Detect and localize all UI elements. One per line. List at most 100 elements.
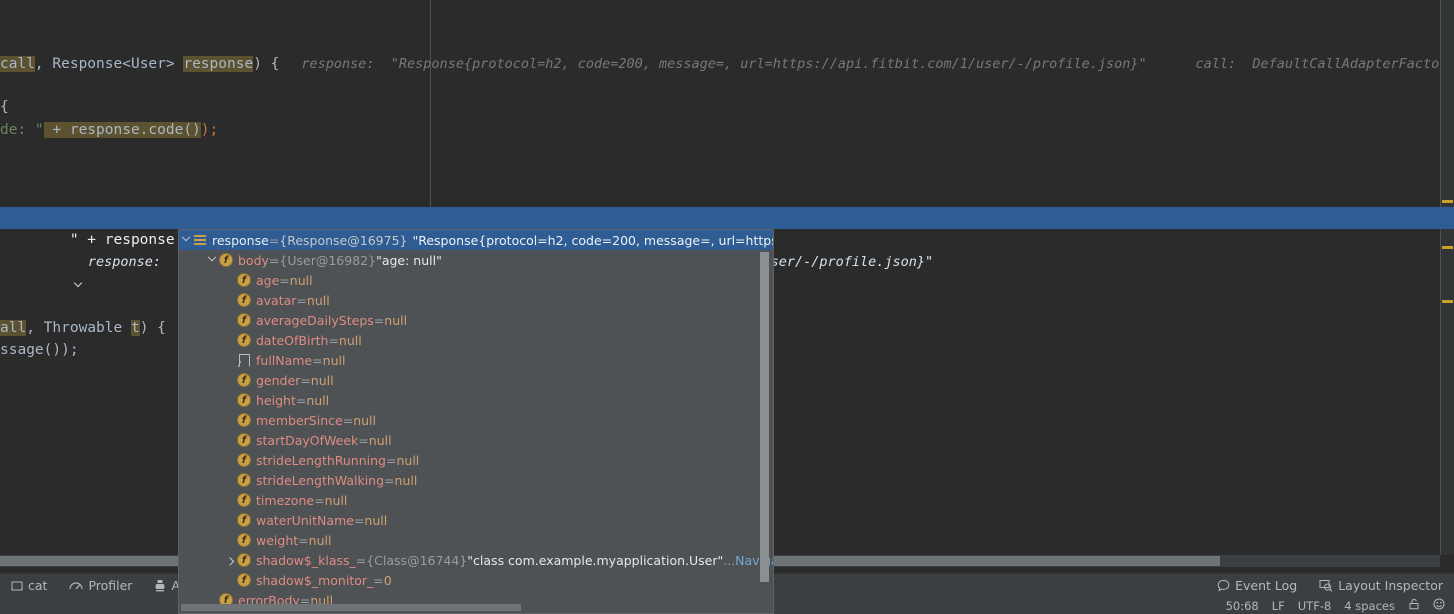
tree-row-equals: = <box>298 532 309 548</box>
tree-row-name: gender <box>256 372 301 388</box>
tree-row[interactable]: f memberSince = null <box>179 410 763 430</box>
tree-row[interactable]: f gender = null <box>179 370 763 390</box>
status-encoding[interactable]: UTF-8 <box>1298 599 1332 613</box>
expander-placeholder <box>223 570 237 590</box>
popup-root-row[interactable]: response = {Response@16975} "Response{pr… <box>179 230 773 250</box>
tree-row-value: null <box>368 432 392 448</box>
object-icon <box>193 234 207 246</box>
tree-row[interactable]: f strideLengthWalking = null <box>179 470 763 490</box>
tree-row[interactable]: f shadow$_klass_ = {Class@16744} "class c… <box>179 550 773 570</box>
tree-row-value: null <box>324 492 348 508</box>
field-icon: f <box>237 373 251 387</box>
tree-row[interactable]: f timezone = null <box>179 490 763 510</box>
popup-vscrollbar-thumb[interactable] <box>760 252 769 582</box>
field-icon: f <box>219 253 233 267</box>
code-token: call <box>0 56 35 72</box>
error-stripe-mark[interactable] <box>1442 246 1453 249</box>
tree-row-ref: {Class@16744} <box>366 552 468 568</box>
tree-row-ref: {User@16982} <box>279 252 377 268</box>
popup-root-name: response <box>212 232 269 248</box>
field-icon: f <box>237 473 251 487</box>
tree-row[interactable]: f averageDailySteps = null <box>179 310 763 330</box>
tree-row-name: memberSince <box>256 412 343 428</box>
code-token: ssage()); <box>0 342 79 358</box>
inline-debug-hint[interactable]: response: "Response{protocol=h2, code=20… <box>301 56 1454 72</box>
code-token: , <box>26 320 44 336</box>
chevron-down-icon[interactable] <box>205 250 219 270</box>
tree-row-value: null <box>353 412 376 428</box>
event-log-icon <box>1217 579 1230 592</box>
tree-row[interactable]: f age = null <box>179 270 763 290</box>
tool-button-profiler[interactable]: Profiler <box>58 574 143 598</box>
tool-button-logcat-label: cat <box>28 578 48 593</box>
error-stripe-mark[interactable] <box>1442 200 1453 203</box>
code-line: de: " + response.code()); <box>0 119 218 141</box>
tool-button-event-log[interactable]: Event Log <box>1206 574 1308 598</box>
tree-row-value: 0 <box>383 572 392 588</box>
tool-button-logcat[interactable]: cat <box>0 574 58 598</box>
tree-row-equals: = <box>314 492 325 508</box>
expander-placeholder <box>223 450 237 470</box>
tree-row-equals: = <box>342 412 354 428</box>
expander-placeholder <box>223 430 237 450</box>
expander-placeholder <box>223 330 237 350</box>
tree-row[interactable]: f body = {User@16982} "age: null" <box>179 250 763 270</box>
tree-row-name: waterUnitName <box>256 512 354 528</box>
tree-row[interactable]: f waterUnitName = null <box>179 510 763 530</box>
chevron-down-icon[interactable] <box>74 279 84 289</box>
tree-row-value: null <box>322 352 346 368</box>
tree-row[interactable]: f startDayOfWeek = null <box>179 430 763 450</box>
app-inspection-icon <box>155 580 165 592</box>
code-token: { <box>0 99 9 115</box>
status-caret-position[interactable]: 50:68 <box>1226 599 1259 613</box>
status-indent[interactable]: 4 spaces <box>1344 599 1395 613</box>
field-icon: f <box>237 493 251 507</box>
tree-row-equals: = <box>353 512 365 528</box>
smiley-icon[interactable] <box>1433 598 1445 613</box>
current-statement-line[interactable]: " + response.body()); response: "Respons… <box>0 207 1454 270</box>
tree-row-name: strideLengthRunning <box>256 452 386 468</box>
expander-placeholder <box>223 270 237 290</box>
chevron-right-icon[interactable] <box>223 550 237 570</box>
tree-row-value: "age: null" <box>376 252 442 268</box>
tool-button-layout-inspector[interactable]: Layout Inspector <box>1308 574 1454 598</box>
tree-row[interactable]: f height = null <box>179 390 763 410</box>
lock-icon[interactable] <box>1408 598 1420 613</box>
code-token: Throwable <box>43 320 131 336</box>
code-token: de: <box>0 122 35 138</box>
selected-line-content: " + response.body()); response: "Respons… <box>0 207 933 270</box>
tree-row[interactable]: f weight = null <box>179 530 763 550</box>
expander-placeholder <box>223 410 237 430</box>
layout-inspector-icon <box>1319 580 1333 592</box>
code-line: { <box>0 96 9 118</box>
debugger-tree[interactable]: f body = {User@16982} "age: null" f age = n… <box>179 250 773 613</box>
chevron-down-icon[interactable] <box>179 230 193 250</box>
logcat-icon <box>11 581 23 590</box>
debugger-value-popup[interactable]: response = {Response@16975} "Response{pr… <box>178 229 774 614</box>
tree-row[interactable]: f avatar = null <box>179 290 763 310</box>
editor-hscrollbar-thumb-left[interactable] <box>0 556 178 566</box>
error-stripe-gutter[interactable] <box>1440 0 1454 555</box>
field-icon: f <box>237 313 251 327</box>
tree-row[interactable]: f dateOfBirth = null <box>179 330 763 350</box>
field-icon: f <box>237 333 251 347</box>
code-token: , <box>34 56 53 72</box>
expander-placeholder <box>223 510 237 530</box>
status-line-separator[interactable]: LF <box>1272 599 1285 613</box>
tree-row-name: avatar <box>256 292 297 308</box>
tree-row[interactable]: f shadow$_monitor_ = 0 <box>179 570 763 590</box>
code-token: ) { <box>139 320 166 336</box>
tree-row-equals: = <box>358 432 369 448</box>
editor-hscrollbar-thumb[interactable] <box>770 556 1220 566</box>
tree-row-value: null <box>384 312 408 328</box>
tool-button-layout-inspector-label: Layout Inspector <box>1338 578 1443 593</box>
tree-row-name: timezone <box>256 492 315 508</box>
error-stripe-mark[interactable] <box>1442 300 1453 303</box>
stripe-divider <box>1440 0 1441 555</box>
expander-placeholder <box>223 350 237 370</box>
tree-row[interactable]: f strideLengthRunning = null <box>179 450 763 470</box>
tree-row-equals: = <box>279 272 290 288</box>
tree-row-value: "class com.example.myapplication.User" <box>467 552 724 568</box>
popup-hscrollbar-thumb[interactable] <box>181 604 521 611</box>
tree-row[interactable]: fullName = null <box>179 350 763 370</box>
